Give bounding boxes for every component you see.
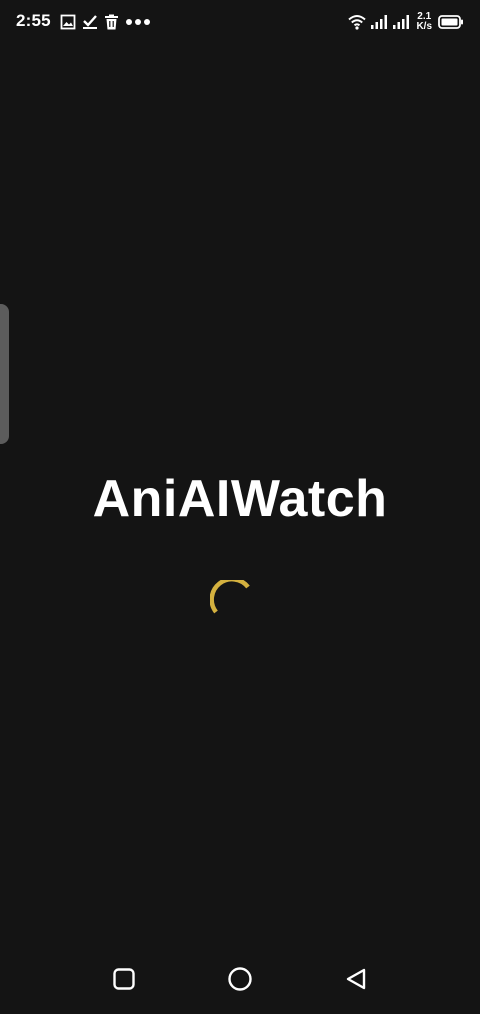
triangle-back-icon: [344, 967, 368, 991]
app-title: AniAIWatch: [92, 470, 388, 528]
back-button[interactable]: [339, 962, 373, 996]
image-icon: [60, 14, 76, 30]
circle-icon: [227, 966, 253, 992]
recent-apps-button[interactable]: [107, 962, 141, 996]
network-speed: 2.1 K/s: [416, 12, 432, 32]
square-icon: [112, 967, 136, 991]
status-time: 2:55: [16, 11, 51, 30]
home-button[interactable]: [223, 962, 257, 996]
status-bar: 2:55 2.1 K/s: [0, 0, 480, 42]
more-dots-icon: [125, 18, 151, 26]
loading-spinner: [209, 576, 252, 622]
check-icon: [82, 14, 98, 30]
edge-panel-handle[interactable]: [0, 304, 9, 444]
system-status-icons: 2.1 K/s: [348, 10, 464, 34]
battery-icon: [438, 15, 464, 29]
signal-icon: [370, 14, 388, 30]
trash-icon: [104, 14, 119, 30]
network-speed-unit: K/s: [416, 21, 432, 32]
signal-icon: [392, 14, 410, 30]
wifi-icon: [348, 14, 367, 30]
notification-icons: [60, 12, 151, 32]
navigation-bar: [0, 948, 480, 1014]
